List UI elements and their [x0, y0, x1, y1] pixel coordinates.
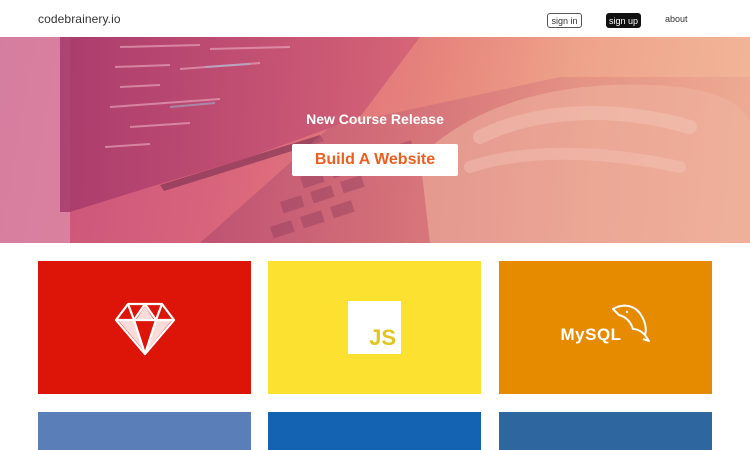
build-website-button[interactable]: Build A Website: [292, 144, 458, 176]
about-link[interactable]: about: [665, 14, 688, 24]
course-tile-5[interactable]: [268, 412, 481, 450]
course-tile-4[interactable]: [38, 412, 251, 450]
brand-logo[interactable]: codebrainery.io: [38, 12, 121, 26]
sign-up-button[interactable]: sign up: [606, 13, 641, 28]
mysql-logo-label: MySQL: [560, 324, 622, 344]
course-tile-javascript[interactable]: JS: [268, 261, 481, 394]
course-tile-6[interactable]: [499, 412, 712, 450]
course-tile-ruby[interactable]: [38, 261, 251, 394]
sign-in-button[interactable]: sign in: [547, 13, 582, 28]
hero-banner: New Course Release Build A Website: [0, 37, 750, 243]
js-logo-label: JS: [369, 325, 396, 350]
ruby-gem-icon: [114, 302, 175, 355]
site-header: codebrainery.io sign in sign up about: [0, 0, 750, 37]
laptop-photo-background: [0, 37, 750, 243]
hero-subtitle: New Course Release: [306, 111, 444, 127]
js-logo-icon: JS: [348, 301, 401, 354]
mysql-logo: MySQL: [561, 303, 651, 353]
course-tile-mysql[interactable]: MySQL: [499, 261, 712, 394]
